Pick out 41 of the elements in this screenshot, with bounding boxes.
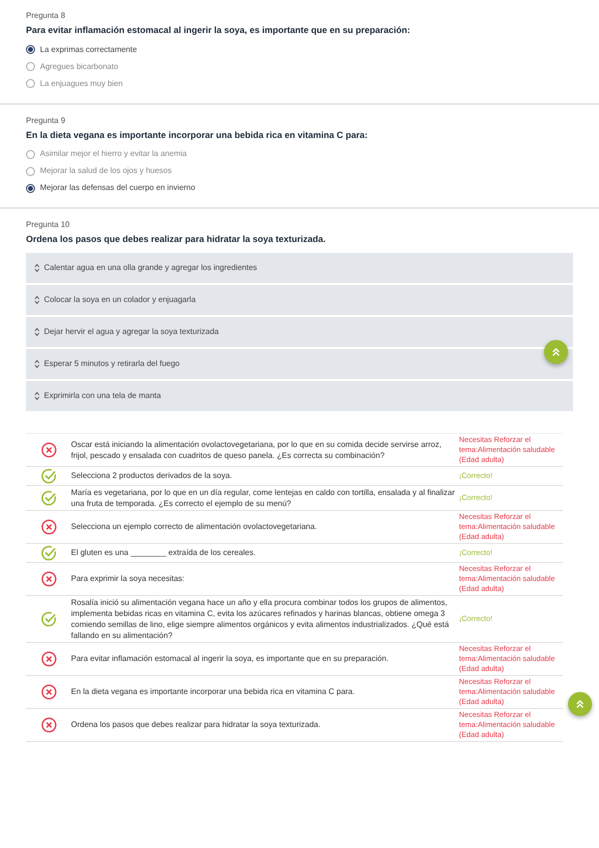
question-text: Oscar está iniciando la alimentación ovolactovegetariana, por lo que en su comida decide servirse arroz, frijol, pescado y ensalada con cuadritos de queso panela. ¿Es correcta su combinación? xyxy=(71,438,442,460)
question-text: En la dieta vegana es importante incorporar una bebida rica en vitamina C para. xyxy=(71,686,356,697)
sortable-item[interactable]: Calentar agua en una olla grande y agregar los ingredientes xyxy=(26,252,573,282)
question-text: Selecciona 2 productos derivados de la soya. xyxy=(71,470,233,481)
option-label[interactable]: Agregues bicarbonato xyxy=(40,60,118,72)
sort-arrows-icon xyxy=(34,262,40,272)
option-label[interactable]: La exprimas correctamente xyxy=(40,44,137,56)
chevrons-up-icon xyxy=(575,699,585,709)
sortable-item[interactable]: Colocar la soya en un colador y enjuagarla xyxy=(26,284,573,314)
question-text: Para evitar inflamación estomacal al ingerir la soya, es importante que en su preparación. xyxy=(71,653,390,664)
option-label[interactable]: La enjuagues muy bien xyxy=(40,78,123,90)
question-number: Pregunta 8 xyxy=(26,10,66,22)
scroll-top-button[interactable] xyxy=(568,692,592,716)
question-text: María es vegetariana, por lo que en un día regular, come lentejas en caldo con tortilla, ensalada y al finalizar una fruta de temporada. ¿Es correcto el ejemplo de su menú? xyxy=(71,486,455,508)
sortable-item[interactable]: Esperar 5 minutos y retirarla del fuego xyxy=(26,348,573,378)
option-label[interactable]: Mejorar las defensas del cuerpo en invierno xyxy=(40,182,196,194)
question-text: Para evitar inflamación estomacal al ingerir la soya, es importante que en su preparación: xyxy=(26,24,412,37)
question-text: Ordena los pasos que debes realizar para hidratar la soya texturizada. xyxy=(71,719,322,730)
radio-button[interactable] xyxy=(26,184,35,192)
question-text: El gluten es una ________ extraída de los cereales. xyxy=(71,547,257,558)
question-text: Ordena los pasos que debes realizar para hidratar la soya texturizada. xyxy=(26,233,327,246)
question-text: Rosalía inició su alimentación vegana hace un año y ella procura combinar todos los grupos de alimentos, implementa bebidas ricas en vitamina C, evita los azúcares refinados y harinas blancas, obtiene omega 3 comiendo semillas de lino, elige siempre alimentos orgánicos y evita alimentos industrializados. ¿Qué está fallando en su alimentación? xyxy=(71,596,450,640)
question-text: En la dieta vegana es importante incorporar una bebida rica en vitamina C para: xyxy=(26,128,369,142)
question-number: Pregunta 9 xyxy=(26,114,66,126)
radio-button[interactable] xyxy=(26,45,35,54)
question-text: Para exprimir la soya necesitas: xyxy=(71,573,186,584)
chevrons-up-icon xyxy=(551,347,561,357)
sort-arrows-icon xyxy=(34,390,40,400)
radio-button[interactable] xyxy=(26,62,35,71)
radio-button[interactable] xyxy=(26,150,35,158)
option-label[interactable]: Mejorar la salud de los ojos y huesos xyxy=(40,165,172,177)
option-label[interactable]: Asimilar mejor el hierro y evitar la anemia xyxy=(40,148,187,160)
sort-arrows-icon xyxy=(34,294,40,304)
question-text: Selecciona un ejemplo correcto de alimentación ovolactovegetariana. xyxy=(71,521,318,532)
sort-arrows-icon xyxy=(34,326,40,336)
sortable-item[interactable]: Exprimirla con una tela de manta xyxy=(26,380,573,410)
radio-button[interactable] xyxy=(26,79,35,88)
radio-button[interactable] xyxy=(26,166,35,176)
question-number: Pregunta 10 xyxy=(26,219,71,231)
sortable-item[interactable]: Dejar hervir el agua y agregar la soya texturizada xyxy=(26,316,573,346)
sort-arrows-icon xyxy=(34,358,40,368)
